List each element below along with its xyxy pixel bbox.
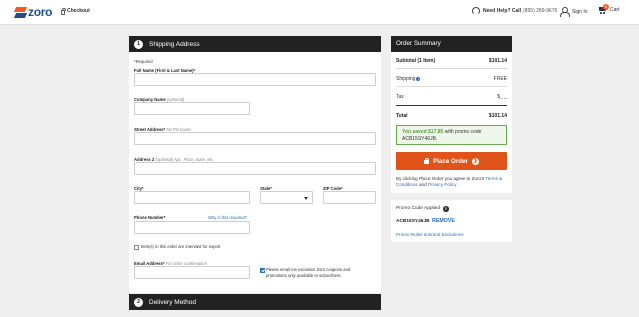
email-input[interactable] [134,266,250,279]
zip-input[interactable] [323,191,376,204]
help-label: Need Help? Call [483,8,522,14]
lock-icon [61,8,67,15]
terms-intro: By clicking Place Order you agree to Zor… [396,176,485,181]
remove-promo-button[interactable]: REMOVE [432,218,455,224]
subtotal-row: Subtotal (1 Item) $101.14 [396,58,507,64]
address2-input[interactable] [134,162,376,175]
shipping-row: Shipping i FREE [396,76,507,82]
order-summary-header: Order Summary [391,36,512,52]
email-optin-label: Please email me exclusive Zoro coupons a… [266,267,350,279]
logo-icon [15,7,26,18]
promo-title-text: Promo Code Applied [396,206,440,212]
shipping-label-text: Shipping [396,76,416,82]
order-summary: Subtotal (1 Item) $101.14 Shipping i FREE… [391,52,512,193]
subtotal-label: Subtotal (1 Item) [396,58,436,64]
help-phone[interactable]: (855) 289-9676 [523,8,557,14]
full-name-input[interactable] [134,73,376,86]
shipping-form: *Required Full Name (First & Last Name)*… [129,52,381,293]
total-row: Total $101.14 [396,113,507,119]
place-order-button[interactable]: Place Order ❯ [396,152,507,170]
total-value: $101.14 [488,113,507,119]
savings-notice: You saved $17.85 with promo code ACB15SY… [396,125,507,145]
phone-why-link[interactable]: Why is this required? [208,215,247,220]
site-header: zoro Checkout Need Help? Call (855) 289-… [0,0,639,25]
checkout-text: Checkout [67,8,90,14]
total-label: Total [396,113,408,119]
divider [396,105,507,106]
terms-text: By clicking Place Order you agree to Zor… [396,176,510,188]
cart-count-badge: 1 [603,4,609,10]
shipping-value: FREE [493,76,507,82]
tax-label: Tax [396,94,404,100]
saved-mid: with promo code [444,129,482,135]
user-icon [560,7,570,17]
arrow-right-icon: ❯ [471,157,479,165]
zoro-logo[interactable]: zoro [15,5,52,19]
logo-text: zoro [28,5,53,19]
help-icon[interactable]: ? [443,206,449,212]
saved-amount: $17.85 [428,129,444,135]
street-input[interactable] [134,132,376,145]
divider [396,68,507,69]
place-order-label: Place Order [433,157,468,165]
promo-code-value: ACB15SY46JB [396,219,430,224]
company-input[interactable] [134,102,250,115]
tax-value: $_ _ [497,94,507,100]
state-select[interactable] [260,191,313,204]
cart-text: Cart [610,7,620,13]
step-number: 1 [134,39,143,49]
help-contact[interactable]: Need Help? Call (855) 289-9676 [472,7,557,15]
delivery-section-header: 2 Delivery Method [129,294,381,310]
privacy-link[interactable]: Privacy Policy [428,182,457,187]
tax-row: Tax $_ _ [396,94,507,100]
info-icon[interactable]: i [416,77,421,81]
subtotal-value: $101.14 [488,58,507,64]
phone-label: Phone Number* [134,215,166,220]
optin-line-2: promotions only available to subscribers… [266,273,342,278]
promo-title: Promo Code Applied ? [396,206,449,212]
step-number: 2 [134,297,143,307]
saved-prefix: You saved [402,129,427,135]
email-optin-checkbox[interactable] [260,268,265,273]
promo-rules-link[interactable]: Promo Rules & Brand Exclusions [396,232,464,237]
section-title: Delivery Method [149,298,196,306]
sign-in-text: Sign In [572,8,588,15]
saved-code: ACB15SY46JB. [402,135,438,142]
section-title: Shipping Address [149,40,200,48]
headset-icon [472,7,480,15]
terms-and: and [419,182,427,188]
export-checkbox[interactable] [134,245,139,250]
checkout-label: Checkout [61,8,90,15]
phone-input[interactable] [134,221,250,234]
required-note: *Required [134,59,153,64]
lock-icon [424,157,430,164]
shipping-section-header: 1 Shipping Address [129,36,381,52]
export-label: Item(s) in this order are intended for e… [141,244,221,249]
divider [396,86,507,87]
promo-code-panel: Promo Code Applied ? ACB15SY46JB REMOVE … [391,200,512,242]
sign-in-link[interactable]: Sign In [560,7,588,17]
shipping-label: Shipping i [396,76,421,82]
city-input[interactable] [134,191,250,204]
